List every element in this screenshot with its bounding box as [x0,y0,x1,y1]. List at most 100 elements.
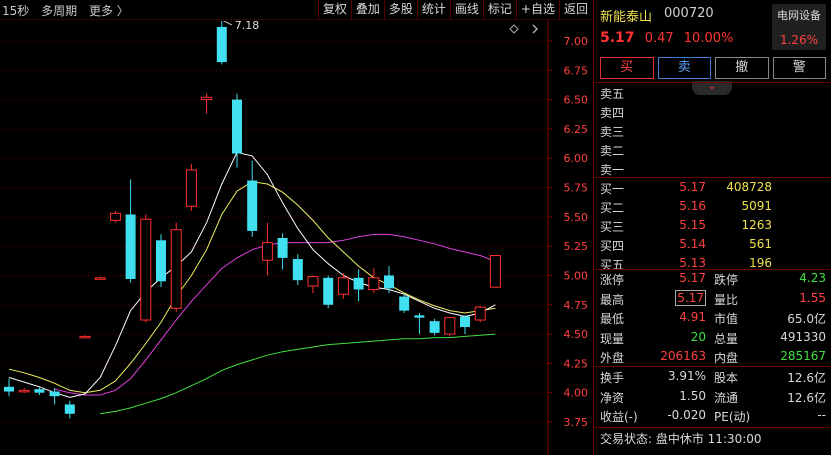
sector-badge[interactable]: 电网设备 1.26% [772,4,826,50]
candle-body [489,255,501,288]
level-price: 5.15 [679,218,706,232]
bid-row[interactable]: 买三 5.15 1263 [594,216,831,235]
level-price: 5.16 [679,199,706,213]
candle-body [34,389,45,393]
toolbar-button[interactable]: 返回 [558,0,592,20]
price-pct: 10.00% [683,31,734,46]
stat-value-text: 3.91% [667,369,706,383]
candle-body [261,242,273,261]
ask-row[interactable]: 卖一 [594,159,831,178]
level-label: 买四 [600,239,625,253]
stat-value: 12.6亿 [787,371,826,385]
stat-label: 净资 [600,390,625,405]
axis-tick-label: 6.75 [564,64,589,77]
ask-row[interactable]: 卖二 [594,140,831,159]
candle-body [414,315,425,318]
candle-body [49,391,60,397]
axis-tick-label: 4.75 [564,299,589,312]
candle-body [292,259,303,281]
candle-body [185,169,197,207]
cancel-button[interactable]: 撤 [715,57,769,79]
level-label: 买二 [600,201,625,215]
axis-tick-label: 7.00 [564,35,589,48]
level-price: 5.17 [679,180,706,194]
kline-chart[interactable]: 7.00 6.75 6.50 6.25 6.00 5.75 5.50 5.25 5.00 4.75… [0,21,592,455]
candle-body [474,306,486,321]
candle-body [399,296,410,311]
stock-code: 000720 [664,6,714,21]
axis-tick-label: 5.25 [564,240,589,253]
toolbar-button[interactable]: 标记 [482,0,516,20]
last-price: 5.17 [600,30,635,46]
stat-row: 净资 1.50 流通 12.6亿 [594,387,831,407]
level-label: 买三 [600,220,625,234]
stat-label: 流通 [714,390,739,405]
stat-value: 4.91 [642,310,706,324]
level-label: 卖二 [600,144,625,158]
buy-button[interactable]: 买 [600,57,654,79]
axis-tick-label: 5.75 [564,182,589,195]
level-volume: 1263 [741,218,772,232]
candle-body [429,321,440,333]
stat-label: 最高 [600,292,625,307]
axis-tick-label: 4.50 [564,328,589,341]
candle-body [64,404,75,414]
stat-label: 量比 [714,292,739,307]
axis-tick-label: 6.50 [564,94,589,107]
alert-button[interactable]: 警 [772,57,826,79]
ask-row[interactable]: 卖五 [594,83,831,102]
more-button[interactable]: 更多 〉 [89,4,129,18]
stat-value: 1.50 [642,389,706,403]
stat-value: 491330 [780,329,826,344]
stat-label: 换手 [600,371,625,385]
sector-pct: 1.26% [779,33,819,47]
period-selector[interactable]: 15秒 [2,4,29,18]
stat-row: 收益(-) -0.020 PE(动) -- [594,406,831,426]
multi-period-button[interactable]: 多周期 [41,4,77,18]
bid-row[interactable]: 买二 5.16 5091 [594,197,831,216]
candle-body [79,335,91,339]
stat-value: 4.23 [799,271,826,285]
candle-body [125,214,136,279]
stat-row: 外盘 206163 内盘 285167 [594,347,831,367]
candle-body [201,96,213,101]
stat-row: 最低 4.91 市值 65.0亿 [594,308,831,328]
axis-tick-label: 6.00 [564,152,589,165]
stat-row: 涨停 5.17 跌停 4.23 [594,269,831,289]
axis-tick-label: 3.75 [564,416,589,429]
bid-row[interactable]: 买一 5.17 408728 [594,178,831,197]
sell-button[interactable]: 卖 [657,57,711,79]
level-volume: 561 [749,237,772,251]
stat-label: 收益(-) [600,410,638,424]
stats-block-2: 换手 3.91% 股本 12.6亿 净资 1.50 流通 12.6亿 收益(-) -0.020 PE… [594,367,831,426]
bid-row[interactable]: 买四 5.14 561 [594,235,831,254]
level-label: 卖四 [600,106,625,120]
stat-value: 65.0亿 [787,312,826,326]
ask-book: 卖五卖四 卖三卖二 卖一 [594,83,831,178]
level-label: 卖五 [600,87,625,101]
toolbar-button[interactable]: 统计 [416,0,450,20]
stat-label: 跌停 [714,273,739,287]
chart-toolbar: 15秒 多周期 更多 〉 复权 叠加 多股 统计 画线 标记 +自选 返回 [0,0,592,20]
stat-value-text: 5.17 [675,289,706,306]
stat-value-text: 5.17 [679,271,706,285]
stat-label: 最低 [600,312,625,326]
toolbar-button[interactable]: +自选 [515,0,559,20]
toolbar-button[interactable]: 复权 [317,0,351,20]
stats-block-1: 涨停 5.17 跌停 4.23 最高 5.17 量比 1.55 最低 4.91 市值 65.0亿 现量 2… [594,269,831,367]
candle-body [368,277,380,291]
price-line: 5.17 0.47 10.00% [600,30,739,46]
toolbar-buttons: 复权 叠加 多股 统计 画线 标记 +自选 返回 [317,0,592,20]
stat-value: 5.17 [642,271,706,285]
level-price: 5.13 [679,256,706,270]
toolbar-button[interactable]: 画线 [449,0,483,20]
high-pointer [222,21,233,26]
candle-body [170,229,182,309]
chevron-right-icon [532,24,539,34]
toolbar-button[interactable]: 多股 [383,0,417,20]
ask-row[interactable]: 卖四 [594,102,831,121]
ask-row[interactable]: 卖三 [594,121,831,140]
stat-label: 市值 [714,312,739,326]
toolbar-button[interactable]: 叠加 [350,0,384,20]
candle-body [384,275,394,289]
